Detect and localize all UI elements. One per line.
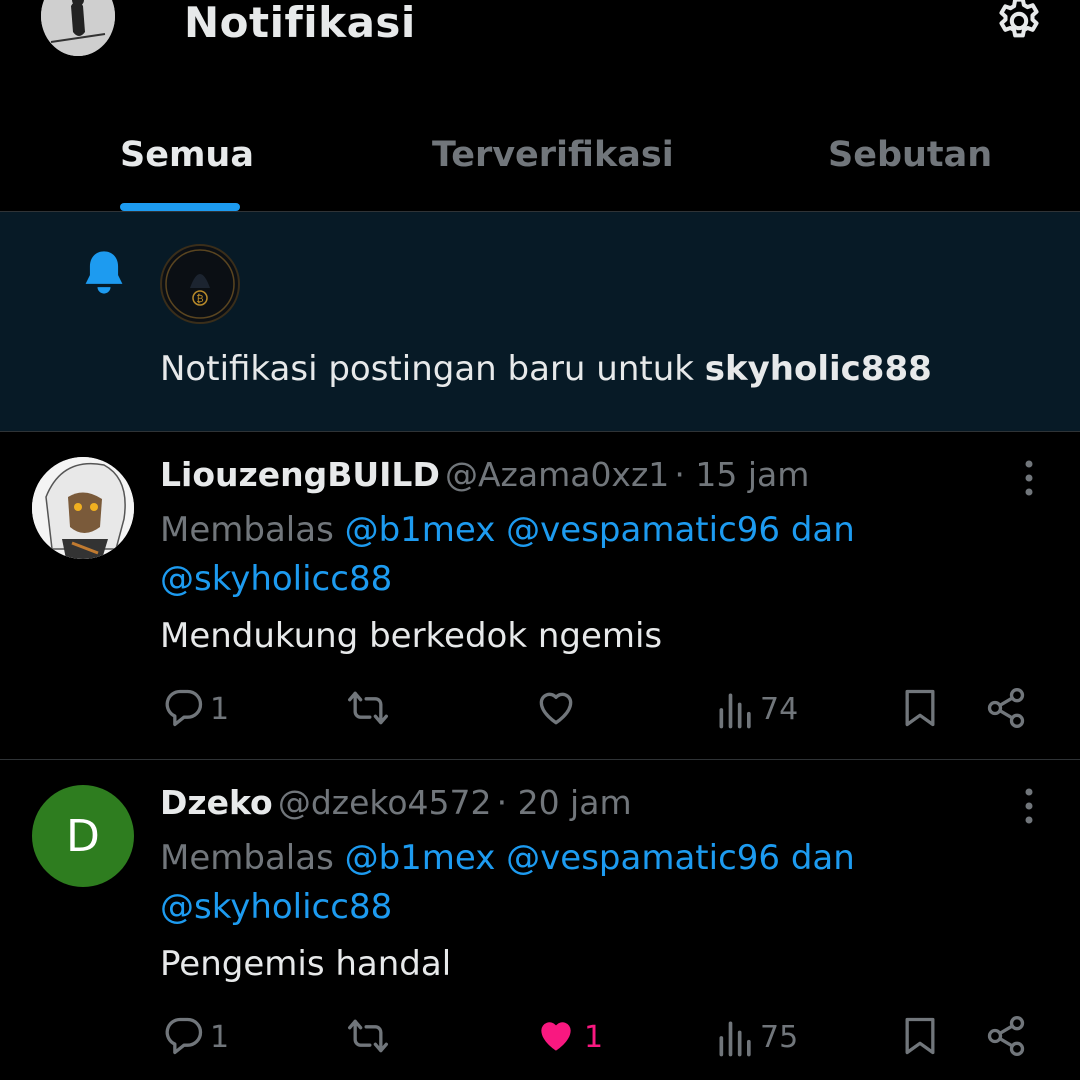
mention-links[interactable]: @b1mex @vespamatic96 dan	[345, 510, 855, 550]
post-text: Mendukung berkedok ngemis	[160, 616, 663, 656]
notification-username[interactable]: skyholic888	[705, 349, 932, 389]
post-text: Pengemis handal	[160, 944, 452, 984]
post-avatar[interactable]	[32, 457, 134, 559]
profile-avatar[interactable]	[41, 0, 115, 56]
reply-count: 1	[210, 692, 230, 727]
skyholic-avatar[interactable]: ₿	[160, 244, 240, 324]
views-icon[interactable]	[714, 688, 758, 732]
bookmark-icon[interactable]	[898, 686, 942, 730]
retweet-icon[interactable]	[346, 686, 390, 730]
retweet-icon[interactable]	[346, 1014, 390, 1058]
more-icon[interactable]	[1014, 458, 1044, 498]
share-icon[interactable]	[984, 686, 1028, 730]
gear-icon[interactable]	[992, 0, 1046, 48]
tab-terverifikasi[interactable]: Terverifikasi	[432, 132, 674, 178]
anime-avatar-image	[32, 457, 134, 559]
active-tab-indicator	[120, 203, 240, 211]
heart-icon[interactable]	[534, 686, 578, 730]
divider	[0, 759, 1080, 760]
post-header: Dzeko @dzeko4572 · 20 jam	[160, 781, 632, 825]
view-count: 74	[760, 692, 799, 727]
reply-context: Membalas @b1mex @vespamatic96 dan	[160, 510, 855, 550]
divider	[0, 431, 1080, 432]
more-icon[interactable]	[1014, 786, 1044, 826]
post-header: LiouzengBUILD @Azama0xz1 · 15 jam	[160, 453, 809, 497]
display-name[interactable]: Dzeko	[160, 783, 273, 822]
display-name[interactable]: LiouzengBUILD	[160, 455, 440, 494]
views-icon[interactable]	[714, 1016, 758, 1060]
page-title: Notifikasi	[184, 0, 416, 47]
post-avatar[interactable]: D	[32, 785, 134, 887]
reply-icon[interactable]	[162, 1014, 206, 1058]
reply-context: Membalas @b1mex @vespamatic96 dan	[160, 838, 855, 878]
view-count: 75	[760, 1020, 799, 1055]
bitcoin-logo-image: ₿	[165, 249, 235, 319]
post-time: · 15 jam	[674, 455, 810, 494]
mention-link[interactable]: @skyholicc88	[160, 883, 392, 931]
bird-avatar-image	[41, 0, 115, 56]
reply-icon[interactable]	[162, 686, 206, 730]
post-time: · 20 jam	[496, 783, 632, 822]
bell-icon	[85, 251, 123, 294]
tab-sebutan[interactable]: Sebutan	[828, 132, 992, 178]
mention-link[interactable]: @skyholicc88	[160, 555, 392, 603]
notification-text: Notifikasi postingan baru untuk skyholic…	[160, 349, 932, 389]
tab-semua[interactable]: Semua	[120, 132, 254, 178]
heart-icon-liked[interactable]	[534, 1014, 578, 1058]
share-icon[interactable]	[984, 1014, 1028, 1058]
like-count: 1	[584, 1020, 604, 1055]
svg-text:₿: ₿	[196, 293, 203, 305]
bookmark-icon[interactable]	[898, 1014, 942, 1058]
avatar-letter: D	[66, 810, 100, 862]
reply-count: 1	[210, 1020, 230, 1055]
mention-links[interactable]: @b1mex @vespamatic96 dan	[345, 838, 855, 878]
user-handle[interactable]: @Azama0xz1	[445, 455, 669, 494]
user-handle[interactable]: @dzeko4572	[278, 783, 492, 822]
